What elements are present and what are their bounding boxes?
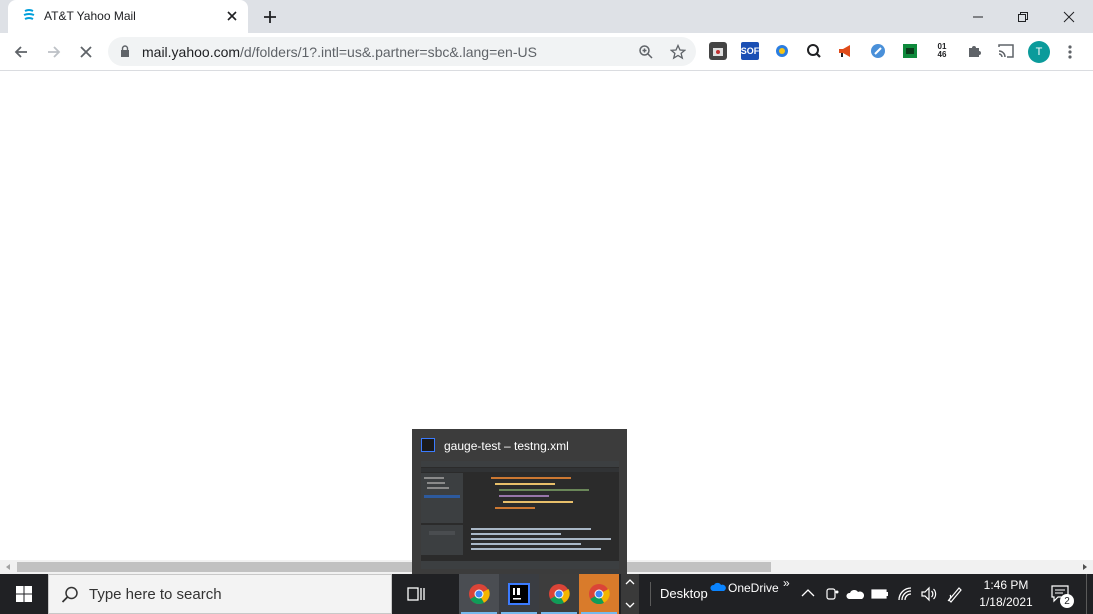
chrome-icon — [589, 584, 610, 605]
extension-6-icon[interactable] — [869, 42, 887, 60]
url-text: mail.yahoo.com/d/folders/1?.intl=us&.par… — [142, 44, 537, 60]
back-button[interactable] — [9, 40, 33, 64]
extension-3-glyph — [776, 45, 788, 57]
system-clock[interactable]: 1:46 PM 1/18/2021 — [970, 577, 1042, 611]
windows-taskbar: Type here to search Desktop OneDrive » 1… — [0, 574, 1093, 614]
megaphone-extension-icon[interactable] — [837, 42, 855, 60]
tab-title: AT&T Yahoo Mail — [44, 9, 136, 23]
task-view-button[interactable] — [396, 574, 436, 614]
meet-now-icon[interactable] — [825, 586, 839, 602]
megaphone-glyph — [839, 45, 850, 57]
stop-icon — [80, 46, 92, 58]
start-button[interactable] — [0, 574, 48, 614]
lock-icon — [121, 45, 129, 57]
magnifier-extension-glyph — [807, 44, 821, 58]
action-center-button[interactable]: 2 — [1045, 574, 1079, 614]
cast-icon — [998, 44, 1014, 58]
toolbar-chevron[interactable]: » — [783, 576, 790, 590]
restore-icon — [1018, 11, 1028, 22]
show-desktop-button[interactable] — [1086, 574, 1093, 614]
clock-time: 1:46 PM — [983, 578, 1029, 592]
zoom-button[interactable] — [636, 42, 656, 62]
show-hidden-icons-icon[interactable] — [801, 588, 815, 598]
tab-att-yahoo-mail[interactable]: AT&T Yahoo Mail — [8, 0, 248, 33]
pen-workspace-icon[interactable] — [946, 585, 964, 603]
taskbar-scroll-control[interactable] — [621, 574, 639, 614]
cast-button[interactable] — [997, 42, 1015, 60]
clock-ext-bottom: 46 — [937, 50, 947, 59]
search-extension-icon[interactable] — [805, 42, 823, 60]
puzzle-icon — [969, 46, 981, 57]
windows-logo-icon — [16, 586, 32, 602]
browser-toolbar: mail.yahoo.com/d/folders/1?.intl=us&.par… — [0, 33, 1093, 71]
forward-arrow-icon — [48, 46, 61, 58]
close-window-icon — [1063, 11, 1075, 22]
wifi-icon[interactable] — [897, 586, 913, 602]
search-icon — [61, 586, 78, 603]
chevron-up-icon[interactable] — [625, 578, 635, 586]
url-host: mail.yahoo.com — [142, 44, 241, 60]
onedrive-tray-icon[interactable] — [846, 588, 864, 600]
minimize-icon — [973, 16, 983, 17]
back-arrow-icon — [14, 46, 27, 58]
terminal-extension-icon[interactable] — [901, 42, 919, 60]
preview-title: gauge-test – testng.xml — [444, 439, 569, 453]
address-bar[interactable]: mail.yahoo.com/d/folders/1?.intl=us&.par… — [108, 37, 696, 66]
menu-button[interactable] — [1058, 40, 1082, 64]
profile-avatar[interactable]: T — [1028, 41, 1050, 63]
stop-loading-button[interactable] — [74, 40, 98, 64]
desktop-toolbar-label[interactable]: Desktop — [660, 586, 708, 601]
scroll-left-icon[interactable] — [4, 563, 12, 571]
extension-3-icon[interactable] — [773, 42, 791, 60]
scroll-right-icon[interactable] — [1081, 563, 1089, 571]
zoom-icon — [639, 45, 653, 59]
extension-6-glyph — [871, 44, 885, 58]
preview-thumbnail — [421, 461, 619, 569]
sof-extension-icon[interactable]: SOF — [741, 42, 759, 60]
taskbar-intellij[interactable] — [499, 574, 539, 614]
toolbar-divider — [650, 582, 651, 606]
intellij-icon — [421, 438, 435, 452]
terminal-glyph — [903, 44, 917, 58]
chrome-icon — [549, 584, 570, 605]
search-placeholder: Type here to search — [89, 586, 222, 603]
notification-badge: 2 — [1060, 594, 1074, 608]
taskbar-chrome-3[interactable] — [579, 574, 619, 614]
extension-1-glyph — [713, 48, 723, 56]
scrollbar-thumb[interactable] — [17, 562, 771, 572]
intellij-taskbar-icon — [508, 583, 530, 605]
extensions-button[interactable] — [965, 42, 983, 60]
close-tab-icon[interactable] — [224, 8, 240, 24]
onedrive-cloud-icon — [710, 582, 726, 591]
volume-icon[interactable] — [920, 586, 938, 602]
forward-button[interactable] — [42, 40, 66, 64]
url-path: /d/folders/1?.intl=us&.partner=sbc&.lang… — [240, 44, 537, 60]
tab-strip: AT&T Yahoo Mail — [0, 0, 1093, 33]
chrome-icon — [469, 584, 490, 605]
bookmark-button[interactable] — [668, 42, 688, 62]
att-globe-icon — [23, 9, 35, 20]
taskbar-chrome-2[interactable] — [539, 574, 579, 614]
star-icon — [670, 44, 686, 60]
taskbar-chrome-1[interactable] — [459, 574, 499, 614]
restore-button[interactable] — [1000, 0, 1046, 33]
task-view-icon — [407, 587, 425, 601]
chevron-down-icon[interactable] — [625, 601, 635, 609]
battery-icon[interactable] — [871, 588, 889, 600]
new-tab-icon[interactable] — [260, 7, 280, 27]
kebab-menu-icon — [1068, 45, 1072, 59]
clock-date: 1/18/2021 — [979, 595, 1033, 609]
sof-extension-label: SOF — [740, 46, 760, 56]
onedrive-label[interactable]: OneDrive — [728, 581, 779, 595]
extension-1-icon[interactable] — [709, 42, 727, 60]
taskbar-window-preview[interactable]: gauge-test – testng.xml — [412, 429, 627, 574]
close-window-button[interactable] — [1046, 0, 1092, 33]
clock-extension-icon[interactable]: 01 46 — [933, 42, 951, 60]
taskbar-search-box[interactable]: Type here to search — [48, 574, 392, 614]
minimize-button[interactable] — [955, 0, 1001, 33]
